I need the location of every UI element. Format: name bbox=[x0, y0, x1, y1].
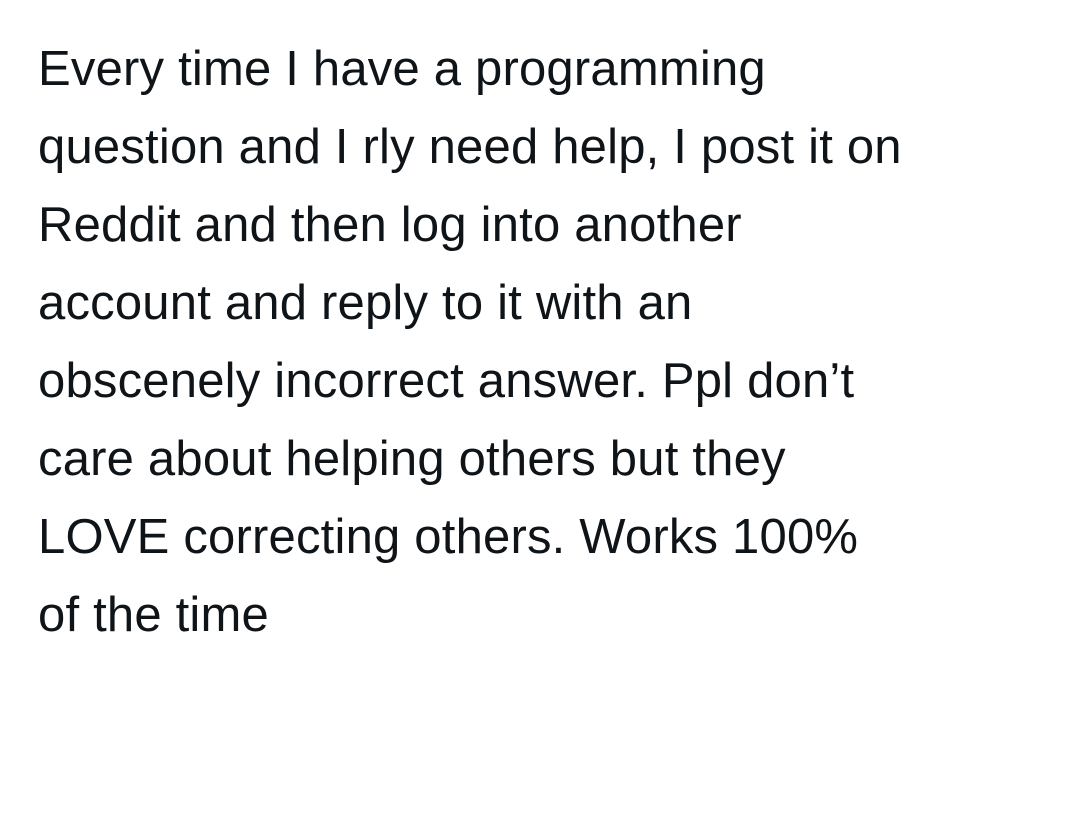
tweet-text-line: obscenely incorrect answer. Ppl don’t bbox=[38, 354, 855, 408]
tweet-text-line: Reddit and then log into another bbox=[38, 198, 742, 252]
tweet-text: Every time I have a programming question… bbox=[38, 30, 1078, 654]
tweet-text-line: question and I rly need help, I post it … bbox=[38, 120, 902, 174]
tweet-text-line: care about helping others but they bbox=[38, 432, 786, 486]
tweet-text-line: Every time I have a programming bbox=[38, 42, 766, 96]
tweet-text-line: of the time bbox=[38, 588, 269, 642]
tweet-text-line: account and reply to it with an bbox=[38, 276, 693, 330]
tweet-text-line: LOVE correcting others. Works 100% bbox=[38, 510, 859, 564]
